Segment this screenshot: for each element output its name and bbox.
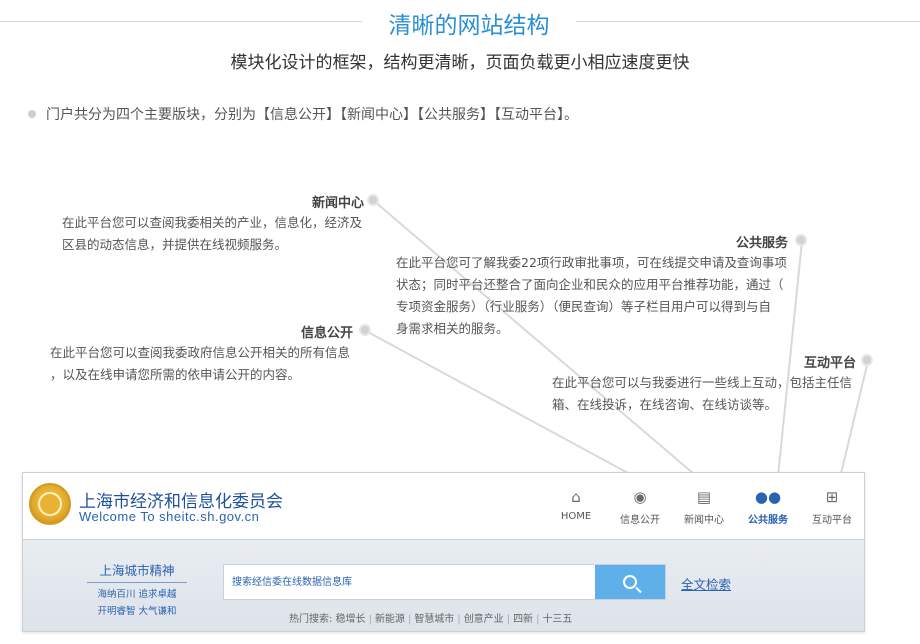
site-preview: 上海市经济和信息化委员会 Welcome To sheitc.sh.gov.cn… — [22, 472, 865, 632]
grid-icon: ⊞ — [825, 488, 839, 506]
hot-term-link[interactable]: 四新 — [513, 614, 533, 625]
callout-label-info-open: 信息公开 — [301, 326, 354, 341]
nav-item-interaction[interactable]: ⊞ 互动平台 — [800, 487, 864, 526]
bullet-dot-icon — [28, 110, 36, 118]
callout-dot-public-service — [795, 234, 807, 246]
callout-label-public-service: 公共服务 — [736, 236, 789, 251]
header-rule-right — [576, 21, 920, 22]
nav-item-home[interactable]: ⌂ HOME — [544, 487, 608, 526]
city-spirit-block: 上海城市精神 海纳百川 追求卓越 开明睿智 大气谦和 — [87, 560, 187, 617]
home-icon: ⌂ — [571, 488, 581, 506]
search-band: 上海城市精神 海纳百川 追求卓越 开明睿智 大气谦和 全文检索 热门搜索: 稳增… — [23, 539, 864, 631]
book-icon: ▤ — [696, 488, 712, 506]
callout-dot-info-open — [359, 324, 371, 336]
main-nav: ⌂ HOME ◉ 信息公开 ▤ 新闻中心 ●● 公共服务 ⊞ 互动平台 — [544, 487, 864, 526]
chat-bubble-icon: ◉ — [633, 488, 647, 506]
intro-text-row: 门户共分为四个主要版块，分别为【信息公开】【新闻中心】【公共服务】【互动平台】。 — [28, 104, 578, 124]
hot-term-link[interactable]: 十三五 — [542, 614, 572, 625]
hot-term-link[interactable]: 新能源 — [375, 614, 405, 625]
callout-text-public-service: 在此平台您可了解我委22项行政审批事项，可在线提交申请及查询事项 状态；同时平台… — [396, 255, 787, 336]
nav-item-public-service[interactable]: ●● 公共服务 — [736, 487, 800, 526]
city-spirit-line-1: 海纳百川 追求卓越 — [97, 589, 177, 600]
section-subtitle: 模块化设计的框架，结构更清晰，页面负载更小相应速度更快 — [230, 53, 690, 73]
nav-item-info-open[interactable]: ◉ 信息公开 — [608, 487, 672, 526]
hot-searches-label: 热门搜索: — [289, 614, 333, 625]
hot-searches: 热门搜索: 稳增长 | 新能源 | 智慧城市 | 创意产业 | 四新 | 十三五 — [289, 614, 573, 625]
users-icon: ●● — [754, 488, 782, 506]
city-spirit-title: 上海城市精神 — [87, 560, 187, 583]
section-title: 清晰的网站结构 — [388, 13, 550, 39]
search-input[interactable] — [224, 565, 596, 599]
hot-term-link[interactable]: 稳增长 — [336, 614, 366, 625]
search-box — [223, 564, 666, 600]
callout-dot-news — [367, 194, 379, 206]
callout-text-news: 在此平台您可以查阅我委相关的产业，信息化，经济及 区县的动态信息，并提供在线视频… — [62, 215, 363, 252]
search-icon — [623, 575, 637, 589]
header-rule-left — [0, 21, 362, 22]
site-header: 上海市经济和信息化委员会 Welcome To sheitc.sh.gov.cn… — [23, 473, 864, 539]
intro-text: 门户共分为四个主要版块，分别为【信息公开】【新闻中心】【公共服务】【互动平台】。 — [46, 107, 578, 123]
callout-text-interaction: 在此平台您可以与我委进行一些线上互动，包括主任信 箱、在线投诉，在线咨询、在线访… — [552, 375, 853, 412]
callout-text-info-open: 在此平台您可以查阅我委政府信息公开相关的所有信息 ，以及在线申请您所需的依申请公… — [50, 345, 351, 382]
emblem-logo-icon — [29, 483, 71, 525]
search-button[interactable] — [595, 565, 665, 599]
city-spirit-line-2: 开明睿智 大气谦和 — [97, 606, 177, 617]
callout-label-news: 新闻中心 — [312, 196, 365, 211]
nav-item-news[interactable]: ▤ 新闻中心 — [672, 487, 736, 526]
callout-label-interaction: 互动平台 — [804, 356, 857, 371]
fulltext-search-link[interactable]: 全文检索 — [681, 574, 731, 593]
hot-term-link[interactable]: 创意产业 — [464, 614, 504, 625]
hot-term-link[interactable]: 智慧城市 — [414, 614, 454, 625]
callout-dot-interaction — [861, 354, 873, 366]
connector-news — [373, 200, 709, 487]
site-tagline: Welcome To sheitc.sh.gov.cn — [79, 509, 260, 524]
